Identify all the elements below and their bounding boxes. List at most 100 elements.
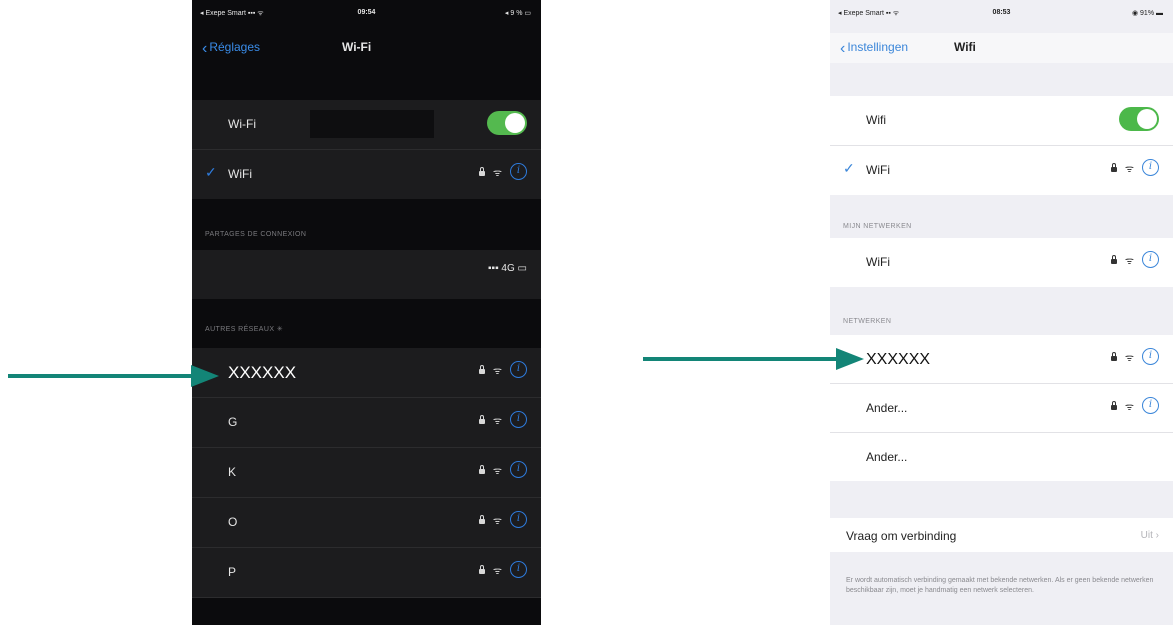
lock-icon <box>478 564 485 574</box>
network-name: G <box>228 415 238 429</box>
page-title: Wi-Fi <box>342 40 372 54</box>
connected-network-name: WiFi <box>866 163 890 177</box>
info-icon[interactable]: i <box>510 411 527 428</box>
lock-icon <box>478 464 485 474</box>
network-accessories: ᯤi <box>1110 159 1159 176</box>
arrow-shaft <box>8 374 193 378</box>
network-row[interactable]: XXXXXX ᯤi <box>830 335 1173 384</box>
back-button[interactable]: ‹ Instellingen <box>840 40 908 58</box>
left-phone-screenshot: ◂ Exepe Smart ▪▪▪ ᯤ 09:54 ◂ 9 % ▭ ‹ Régla… <box>192 0 541 625</box>
back-label: Réglages <box>209 40 261 54</box>
wifi-toggle-switch[interactable] <box>1119 107 1159 131</box>
navigation-bar: ‹ Instellingen Wifi <box>830 33 1173 63</box>
left-pointer-arrow <box>8 365 219 387</box>
wifi-toggle-group: Wifi ✓ WiFi ᯤi <box>830 96 1173 195</box>
arrow-head <box>191 365 219 387</box>
networks-header: NETWERKEN <box>843 318 892 325</box>
other-networks-group: XXXXXX ᯤi G ᯤi K ᯤi O ᯤi P ᯤi <box>192 348 541 598</box>
network-row[interactable]: WiFi ᯤi <box>830 238 1173 287</box>
right-phone-screenshot: ◂ Exepe Smart ▪▪ ᯤ 08:53 ◉ 91% ▬ ‹ Instel… <box>830 0 1173 625</box>
network-accessories: ᯤi <box>478 561 527 578</box>
loading-spinner-icon: ✳ <box>276 326 284 333</box>
lock-icon <box>478 166 485 176</box>
navigation-bar: ‹ Réglages Wi-Fi <box>192 33 541 63</box>
connected-network-row[interactable]: ✓ WiFi ᯤ i <box>192 150 541 199</box>
wifi-signal-icon: ᯤ <box>1124 255 1134 267</box>
network-row[interactable]: G ᯤi <box>192 398 541 448</box>
network-row[interactable]: O ᯤi <box>192 498 541 548</box>
hotspot-group: ▪▪▪ 4G ▭ <box>192 250 541 299</box>
hotspot-section-header: PARTAGES DE CONNEXION <box>205 231 307 238</box>
arrow-shaft <box>643 357 838 361</box>
network-accessories: ᯤi <box>1110 397 1159 414</box>
network-accessories: ᯤi <box>478 411 527 428</box>
status-carrier: ◂ Exepe Smart ▪▪▪ ᯤ <box>200 10 264 17</box>
back-button[interactable]: ‹ Réglages <box>202 40 260 58</box>
info-icon[interactable]: i <box>510 361 527 378</box>
lock-icon <box>1110 400 1117 410</box>
my-networks-header: MIJN NETWERKEN <box>843 223 912 230</box>
network-accessories: ᯤ i <box>478 163 527 180</box>
wifi-toggle-label: Wi-Fi <box>228 117 256 131</box>
status-carrier: ◂ Exepe Smart ▪▪ ᯤ <box>838 10 900 17</box>
lock-icon <box>478 514 485 524</box>
network-row[interactable]: XXXXXX ᯤi <box>192 348 541 398</box>
wifi-signal-icon: ᯤ <box>492 515 502 527</box>
redacted-area <box>310 110 434 138</box>
network-accessories: ᯤi <box>478 461 527 478</box>
other-networks-header: AUTRES RÉSEAUX ✳ <box>205 325 283 333</box>
network-row[interactable]: P ᯤi <box>192 548 541 598</box>
network-name: XXXXXX <box>866 351 931 368</box>
network-name: Ander... <box>866 401 908 415</box>
hotspot-row[interactable]: ▪▪▪ 4G ▭ <box>192 250 541 299</box>
chevron-left-icon: ‹ <box>202 40 208 57</box>
info-icon[interactable]: i <box>1142 159 1159 176</box>
info-icon[interactable]: i <box>1142 348 1159 365</box>
lock-icon <box>478 414 485 424</box>
wifi-signal-icon: ᯤ <box>492 365 502 377</box>
other-networks-label: AUTRES RÉSEAUX <box>205 326 275 333</box>
other-network-row[interactable]: Ander... <box>830 433 1173 481</box>
network-name: K <box>228 465 237 479</box>
status-battery: ◉ 91% ▬ <box>1131 10 1163 17</box>
lock-icon <box>1110 162 1117 172</box>
wifi-signal-icon: ᯤ <box>1124 401 1134 413</box>
wifi-signal-icon: ᯤ <box>1124 352 1134 364</box>
networks-group: XXXXXX ᯤi Ander... ᯤi Ander... <box>830 335 1173 481</box>
network-name: XXXXXX <box>228 363 297 382</box>
lock-icon <box>478 364 485 374</box>
wifi-signal-icon: ᯤ <box>492 465 502 477</box>
ask-to-join-group: Vraag om verbinding Uit › <box>830 518 1173 552</box>
hotspot-status: ▪▪▪ 4G ▭ <box>488 263 527 274</box>
right-pointer-arrow <box>643 348 865 370</box>
ask-to-join-row[interactable]: Vraag om verbinding Uit › <box>830 518 1173 552</box>
wifi-toggle-group: Wi-Fi ✓ WiFi ᯤ i <box>192 100 541 199</box>
checkmark-icon: ✓ <box>843 160 855 176</box>
info-icon[interactable]: i <box>1142 251 1159 268</box>
chevron-left-icon: ‹ <box>840 40 846 57</box>
back-label: Instellingen <box>847 40 909 54</box>
lock-icon <box>1110 254 1117 264</box>
ask-to-join-value: Uit › <box>1140 530 1159 541</box>
other-network-label: Ander... <box>866 450 908 464</box>
checkmark-icon: ✓ <box>205 164 217 180</box>
info-icon[interactable]: i <box>510 561 527 578</box>
info-icon[interactable]: i <box>510 163 527 180</box>
info-icon[interactable]: i <box>510 511 527 528</box>
lock-icon <box>1110 351 1117 361</box>
wifi-toggle-switch[interactable] <box>487 111 527 135</box>
connected-network-row[interactable]: ✓ WiFi ᯤi <box>830 146 1173 195</box>
toggle-knob <box>1137 109 1157 129</box>
info-icon[interactable]: i <box>510 461 527 478</box>
network-accessories: ᯤi <box>1110 251 1159 268</box>
network-name: O <box>228 515 238 529</box>
info-icon[interactable]: i <box>1142 397 1159 414</box>
wifi-signal-icon: ᯤ <box>492 167 502 179</box>
network-row[interactable]: K ᯤi <box>192 448 541 498</box>
ask-to-join-label: Vraag om verbinding <box>846 529 957 543</box>
network-row[interactable]: Ander... ᯤi <box>830 384 1173 433</box>
ask-to-join-value-text: Uit <box>1140 530 1153 541</box>
page-title: Wifi <box>954 40 976 54</box>
network-name: P <box>228 565 237 579</box>
wifi-toggle-label: Wifi <box>866 113 886 127</box>
